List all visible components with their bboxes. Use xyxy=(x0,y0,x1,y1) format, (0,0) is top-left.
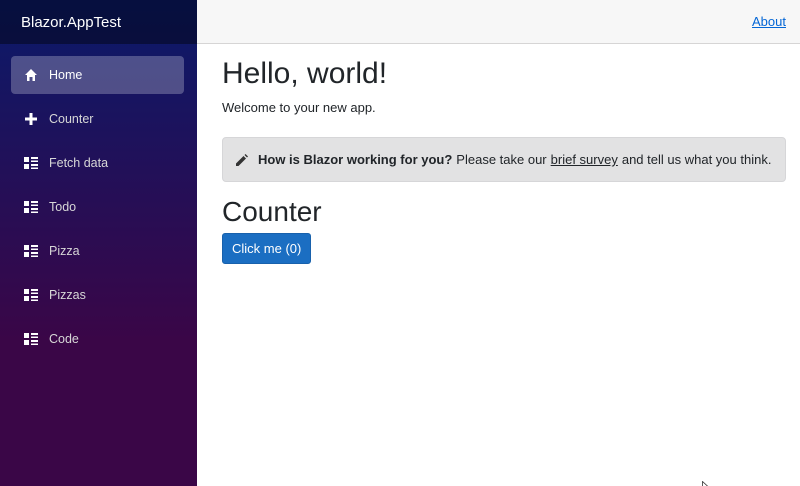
nav-item-label: Fetch data xyxy=(49,156,109,170)
list-rich-icon xyxy=(23,199,39,215)
nav-item-pizzas[interactable]: Pizzas xyxy=(11,276,184,314)
nav-item-label: Code xyxy=(49,332,79,346)
nav-item-home[interactable]: Home xyxy=(11,56,184,94)
nav-item-code[interactable]: Code xyxy=(11,320,184,358)
nav-item-label: Todo xyxy=(49,200,77,214)
survey-link[interactable]: brief survey xyxy=(551,152,618,167)
mouse-pointer-icon xyxy=(702,477,711,486)
brand-bar: Blazor.AppTest xyxy=(0,0,197,44)
list-rich-icon xyxy=(23,243,39,259)
list-rich-icon xyxy=(23,155,39,171)
nav-item-fetch-data[interactable]: Fetch data xyxy=(11,144,184,182)
nav-item-label: Pizza xyxy=(49,244,80,258)
nav-menu: Home Counter Fetch data Todo Pizza Pizza… xyxy=(0,44,197,358)
home-icon xyxy=(23,67,39,83)
nav-item-label: Counter xyxy=(49,112,94,126)
welcome-text: Welcome to your new app. xyxy=(222,100,376,115)
nav-item-pizza[interactable]: Pizza xyxy=(11,232,184,270)
nav-item-label: Pizzas xyxy=(49,288,86,302)
page-title: Hello, world! xyxy=(222,57,388,90)
list-rich-icon xyxy=(23,287,39,303)
top-row: About xyxy=(197,0,800,44)
survey-prompt: How is Blazor working for you? Please ta… xyxy=(222,137,786,182)
list-rich-icon xyxy=(23,331,39,347)
nav-item-counter[interactable]: Counter xyxy=(11,100,184,138)
nav-item-label: Home xyxy=(49,68,83,82)
about-link[interactable]: About xyxy=(752,14,786,29)
survey-post-link: and tell us what you think. xyxy=(621,152,772,167)
brand-title[interactable]: Blazor.AppTest xyxy=(21,14,121,31)
click-me-button[interactable]: Click me (0) xyxy=(222,233,312,264)
plus-icon xyxy=(23,111,39,127)
survey-pre-link: Please take our xyxy=(456,152,547,167)
survey-question: How is Blazor working for you? xyxy=(258,152,453,167)
counter-title: Counter xyxy=(222,196,322,227)
nav-item-todo[interactable]: Todo xyxy=(11,188,184,226)
sidebar: Blazor.AppTest Home Counter Fetch data T… xyxy=(0,0,197,486)
pencil-icon xyxy=(235,153,249,167)
main-content: Hello, world! Welcome to your new app. H… xyxy=(222,56,786,264)
